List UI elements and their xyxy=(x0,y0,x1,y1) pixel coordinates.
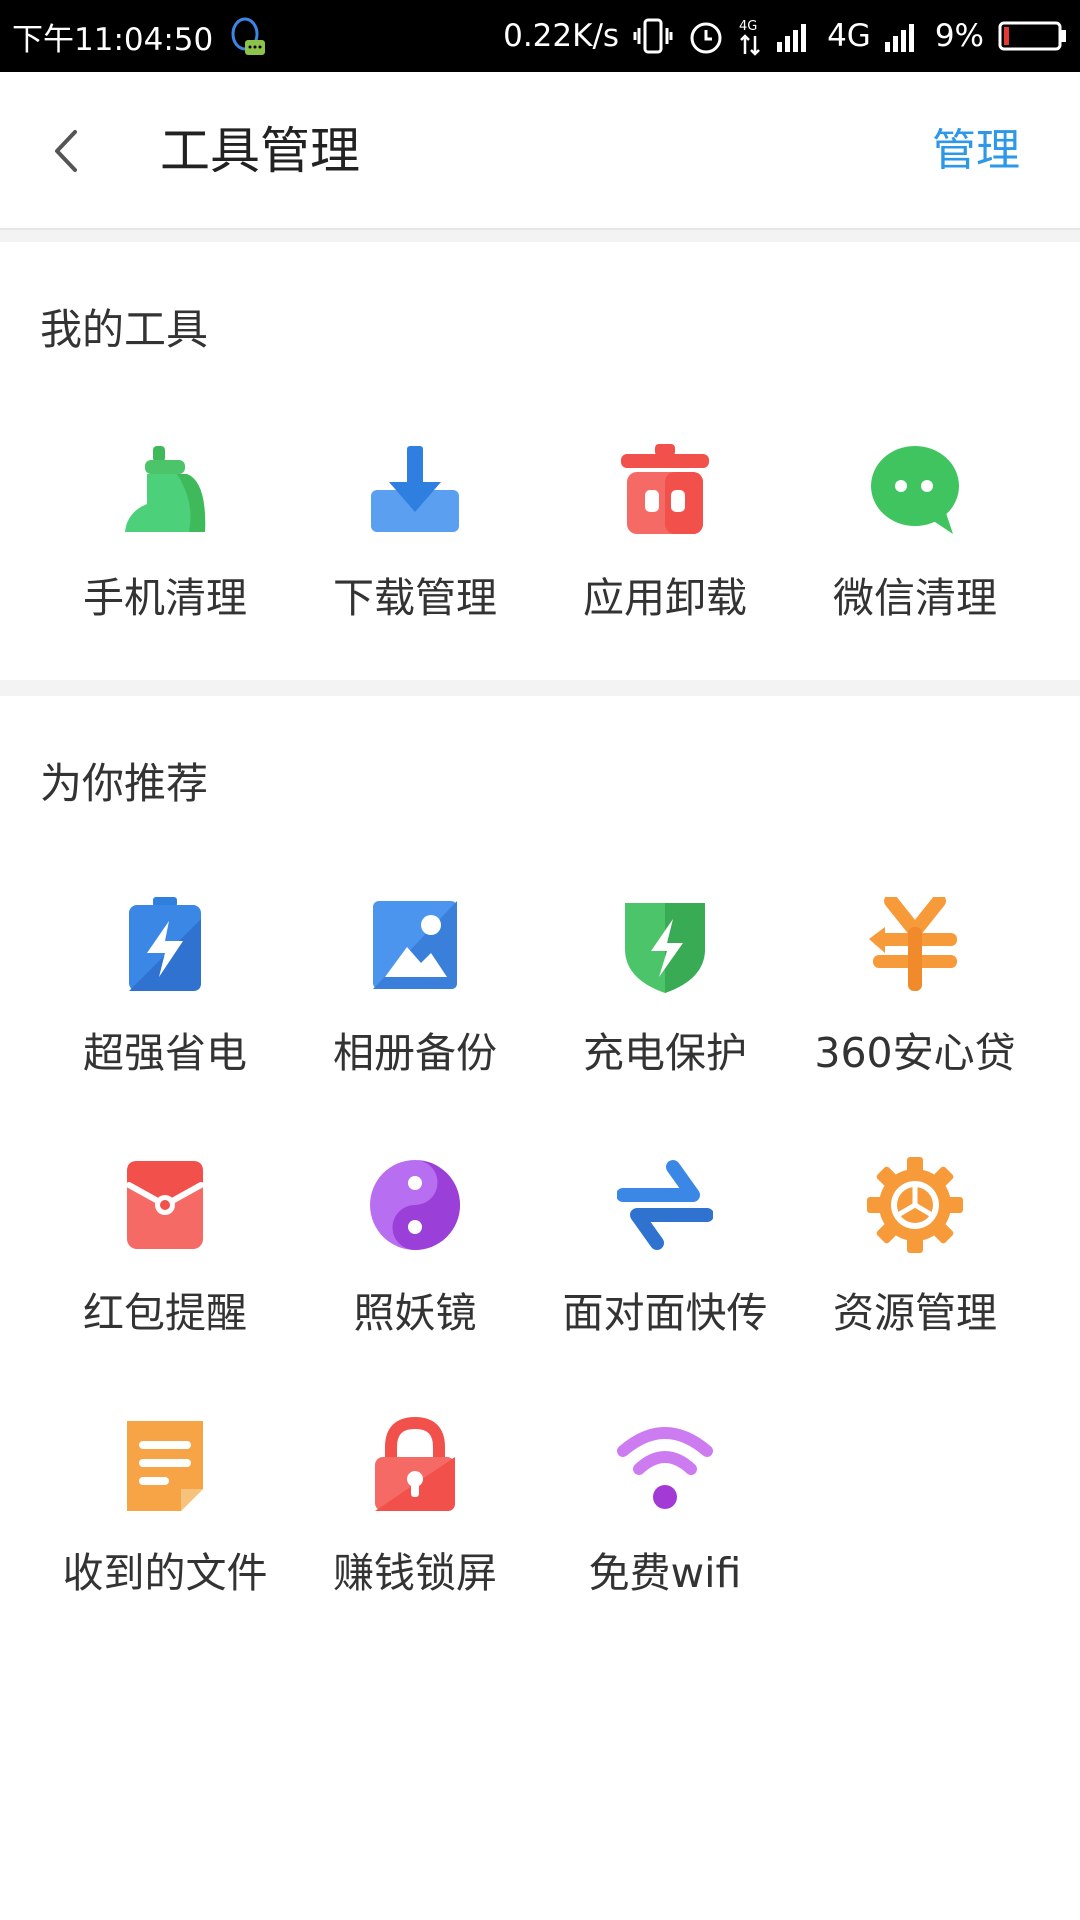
tool-label: 收到的文件 xyxy=(62,1549,268,1597)
recommended-title: 为你推荐 xyxy=(40,759,209,808)
photo-icon xyxy=(365,895,465,995)
tool-money-lockscreen[interactable]: 赚钱锁屏 xyxy=(290,1415,540,1675)
svg-text:4G: 4G xyxy=(739,19,757,34)
gear-icon xyxy=(865,1155,965,1255)
shield-icon xyxy=(615,895,715,995)
page-title: 工具管理 xyxy=(160,122,360,180)
tool-app-uninstall[interactable]: 应用卸载 xyxy=(540,440,790,700)
tool-power-saving[interactable]: 超强省电 xyxy=(40,895,290,1155)
signal-icon xyxy=(777,20,813,52)
tool-label: 面对面快传 xyxy=(562,1289,768,1337)
network-type: 4G xyxy=(827,18,871,54)
tool-label: 赚钱锁屏 xyxy=(333,1549,497,1597)
tool-received-files[interactable]: 收到的文件 xyxy=(40,1415,290,1675)
alarm-icon xyxy=(687,17,725,55)
tool-wechat-clean[interactable]: 微信清理 xyxy=(790,440,1040,700)
broom-icon xyxy=(115,440,215,540)
tool-label: 手机清理 xyxy=(83,574,247,622)
back-button[interactable] xyxy=(36,116,96,186)
battery-icon xyxy=(115,895,215,995)
wifi-icon xyxy=(615,1415,715,1515)
document-icon xyxy=(115,1415,215,1515)
manage-button[interactable]: 管理 xyxy=(932,116,1020,186)
my-tools-grid: 手机清理 下载管理 应用卸载 微信清理 xyxy=(0,440,1080,700)
trash-icon xyxy=(615,440,715,540)
chevron-left-icon xyxy=(55,130,77,172)
tool-phone-clean[interactable]: 手机清理 xyxy=(40,440,290,700)
transfer-icon xyxy=(615,1155,715,1255)
battery-percent: 9% xyxy=(934,18,984,54)
wechat-icon xyxy=(865,440,965,540)
tool-label: 资源管理 xyxy=(833,1289,997,1337)
download-icon xyxy=(365,440,465,540)
tool-label: 照妖镜 xyxy=(353,1289,477,1337)
recommended-grid: 超强省电 相册备份 充电保护 360安心贷 红包提醒 照妖镜 面对面快传 资源管… xyxy=(0,895,1080,1675)
red-envelope-icon xyxy=(115,1155,215,1255)
tool-label: 红包提醒 xyxy=(83,1289,247,1337)
tool-resource-manager[interactable]: 资源管理 xyxy=(790,1155,1040,1415)
app-header: 工具管理 管理 xyxy=(0,72,1080,230)
section-divider xyxy=(0,680,1080,696)
tool-label: 应用卸载 xyxy=(583,574,747,622)
yen-icon xyxy=(865,895,965,995)
tool-label: 充电保护 xyxy=(583,1029,747,1077)
tool-red-packet-reminder[interactable]: 红包提醒 xyxy=(40,1155,290,1415)
signal-icon-2 xyxy=(884,20,921,52)
tool-label: 超强省电 xyxy=(83,1029,247,1077)
tool-free-wifi[interactable]: 免费wifi xyxy=(540,1415,790,1675)
network-speed: 0.22K/s xyxy=(503,18,620,54)
status-time: 下午11:04:50 xyxy=(12,21,214,58)
qq-notification-icon xyxy=(227,14,267,58)
tool-label: 微信清理 xyxy=(833,574,997,622)
tool-photo-backup[interactable]: 相册备份 xyxy=(290,895,540,1155)
tool-label: 免费wifi xyxy=(588,1549,742,1597)
battery-icon xyxy=(998,20,1068,52)
tool-label: 相册备份 xyxy=(333,1029,497,1077)
status-bar: 下午11:04:50 0.22K/s 4G 4G 9% xyxy=(0,0,1080,72)
yin-yang-icon xyxy=(365,1155,465,1255)
my-tools-title: 我的工具 xyxy=(40,305,209,354)
tool-face-to-face-transfer[interactable]: 面对面快传 xyxy=(540,1155,790,1415)
tool-demon-mirror[interactable]: 照妖镜 xyxy=(290,1155,540,1415)
tool-label: 下载管理 xyxy=(333,574,497,622)
section-divider xyxy=(0,230,1080,242)
lock-icon xyxy=(365,1415,465,1515)
data-transfer-icon: 4G xyxy=(739,16,763,56)
tool-label: 360安心贷 xyxy=(814,1029,1016,1077)
vibrate-icon xyxy=(633,18,673,54)
tool-download-manager[interactable]: 下载管理 xyxy=(290,440,540,700)
tool-360-loan[interactable]: 360安心贷 xyxy=(790,895,1040,1155)
tool-charge-protection[interactable]: 充电保护 xyxy=(540,895,790,1155)
